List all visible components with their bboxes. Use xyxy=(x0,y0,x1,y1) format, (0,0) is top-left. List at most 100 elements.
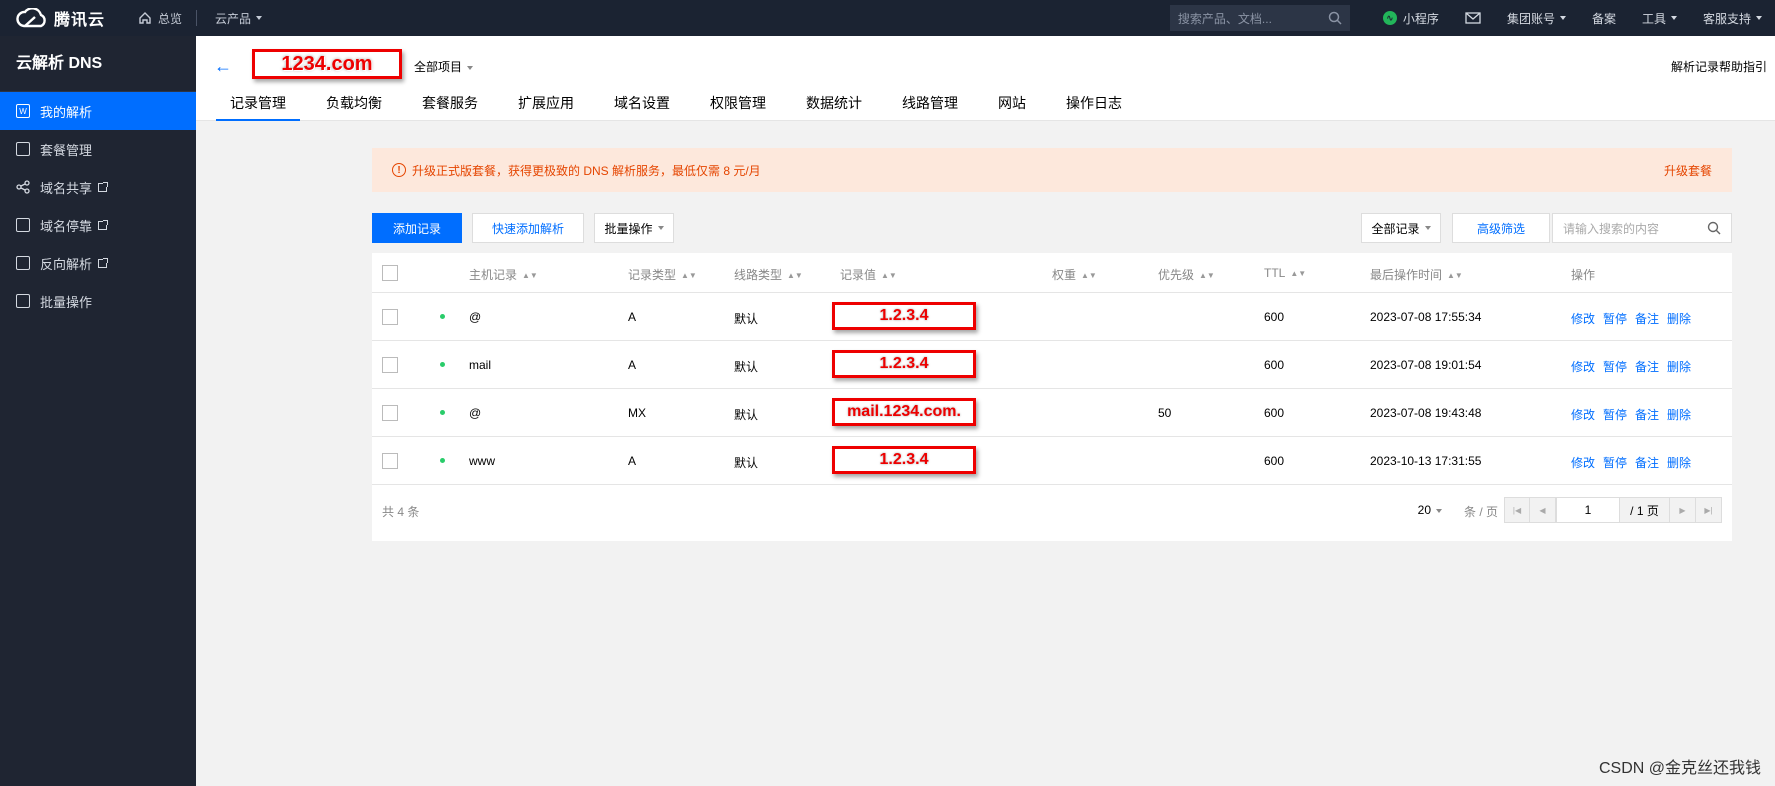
row-checkbox[interactable] xyxy=(382,405,398,421)
pause-link[interactable]: 暂停 xyxy=(1603,408,1627,422)
tab-extensions[interactable]: 扩展应用 xyxy=(504,86,588,121)
tab-lines[interactable]: 线路管理 xyxy=(888,86,972,121)
record-filter-select[interactable]: 全部记录 xyxy=(1361,213,1441,243)
search-icon[interactable] xyxy=(1328,11,1342,25)
table-row: mail A 默认 1.2.3.4 600 2023-07-08 19:01:5… xyxy=(372,341,1732,389)
nav-mini-program[interactable]: ∿ 小程序 xyxy=(1370,0,1452,36)
upgrade-link[interactable]: 升级套餐 xyxy=(1664,162,1712,179)
batch-operation-select[interactable]: 批量操作 xyxy=(594,213,674,243)
cell-time: 2023-07-08 17:55:34 xyxy=(1370,310,1482,324)
col-weight[interactable]: 权重 ▲▼ xyxy=(1052,266,1097,283)
search-icon[interactable] xyxy=(1707,221,1721,235)
tab-records[interactable]: 记录管理 xyxy=(216,86,300,121)
chevron-down-icon xyxy=(256,16,263,20)
nav-group-account[interactable]: 集团账号 xyxy=(1494,0,1579,36)
page-size-select[interactable]: 20 xyxy=(1418,503,1442,517)
cell-time: 2023-07-08 19:01:54 xyxy=(1370,358,1482,372)
col-type[interactable]: 记录类型 ▲▼ xyxy=(628,266,697,283)
sidebar-item-reverse[interactable]: 反向解析 xyxy=(0,244,196,282)
tab-permissions[interactable]: 权限管理 xyxy=(696,86,780,121)
cell-ttl: 600 xyxy=(1264,358,1285,372)
edit-link[interactable]: 修改 xyxy=(1571,360,1595,374)
first-page-icon[interactable]: |◀ xyxy=(1504,497,1530,523)
edit-link[interactable]: 修改 xyxy=(1571,312,1595,326)
sidebar-item-package[interactable]: 套餐管理 xyxy=(0,130,196,168)
next-page-icon[interactable]: ▶ xyxy=(1670,497,1696,523)
cell-value-annotation: 1.2.3.4 xyxy=(832,446,976,474)
remark-link[interactable]: 备注 xyxy=(1635,456,1659,470)
remark-link[interactable]: 备注 xyxy=(1635,312,1659,326)
page-header: ← 1234.com 全部项目 解析记录帮助指引 记录管理 负载均衡 套餐服务 … xyxy=(196,36,1775,121)
delete-link[interactable]: 删除 xyxy=(1667,408,1691,422)
record-search-placeholder: 请输入搜索的内容 xyxy=(1563,221,1660,236)
help-link[interactable]: 解析记录帮助指引 xyxy=(1671,58,1767,75)
nav-filing[interactable]: 备案 xyxy=(1579,0,1629,36)
nav-tools[interactable]: 工具 xyxy=(1629,0,1690,36)
quick-add-button[interactable]: 快速添加解析 xyxy=(472,213,584,243)
col-label: 线路类型 xyxy=(734,268,783,282)
sidebar-item-label: 域名停靠 xyxy=(40,218,93,234)
nav-overview[interactable]: 总览 xyxy=(124,0,196,36)
project-select[interactable]: 全部项目 xyxy=(414,58,474,75)
cloud-logo-icon xyxy=(16,8,48,28)
col-ttl[interactable]: TTL ▲▼ xyxy=(1264,266,1306,280)
tab-website[interactable]: 网站 xyxy=(984,86,1040,121)
record-search-input[interactable]: 请输入搜索的内容 xyxy=(1552,213,1732,243)
col-host[interactable]: 主机记录 ▲▼ xyxy=(469,266,538,283)
row-checkbox[interactable] xyxy=(382,357,398,373)
sidebar-item-batch[interactable]: 批量操作 xyxy=(0,282,196,320)
status-enabled-icon xyxy=(440,458,445,463)
last-page-icon[interactable]: ▶| xyxy=(1696,497,1722,523)
pause-link[interactable]: 暂停 xyxy=(1603,312,1627,326)
col-label: 记录类型 xyxy=(628,268,677,282)
row-checkbox[interactable] xyxy=(382,453,398,469)
sidebar-item-my-dns[interactable]: W 我的解析 xyxy=(0,92,196,130)
cell-time: 2023-10-13 17:31:55 xyxy=(1370,454,1482,468)
nav-products[interactable]: 云产品 xyxy=(197,0,280,36)
brand-logo[interactable]: 腾讯云 xyxy=(0,0,124,36)
total-count: 共 4 条 xyxy=(382,505,420,519)
pause-link[interactable]: 暂停 xyxy=(1603,360,1627,374)
prev-page-icon[interactable]: ◀ xyxy=(1530,497,1556,523)
advanced-filter-button[interactable]: 高级筛选 xyxy=(1452,213,1550,243)
chevron-down-icon xyxy=(1436,508,1442,513)
delete-link[interactable]: 删除 xyxy=(1667,456,1691,470)
cell-value-annotation: mail.1234.com. xyxy=(832,398,976,426)
col-label: 记录值 xyxy=(840,268,877,282)
tab-operation-log[interactable]: 操作日志 xyxy=(1052,86,1136,121)
row-checkbox[interactable] xyxy=(382,309,398,325)
tab-statistics[interactable]: 数据统计 xyxy=(792,86,876,121)
edit-link[interactable]: 修改 xyxy=(1571,456,1595,470)
col-value[interactable]: 记录值 ▲▼ xyxy=(840,266,897,283)
cell-type: A xyxy=(628,310,637,324)
delete-link[interactable]: 删除 xyxy=(1667,360,1691,374)
status-enabled-icon xyxy=(440,314,445,319)
select-all-checkbox[interactable] xyxy=(382,265,398,281)
status-enabled-icon xyxy=(440,362,445,367)
nav-support[interactable]: 客服支持 xyxy=(1690,0,1775,36)
delete-link[interactable]: 删除 xyxy=(1667,312,1691,326)
col-line[interactable]: 线路类型 ▲▼ xyxy=(734,266,803,283)
edit-link[interactable]: 修改 xyxy=(1571,408,1595,422)
page-number-input[interactable]: 1 xyxy=(1556,497,1620,523)
col-time[interactable]: 最后操作时间 ▲▼ xyxy=(1370,266,1463,283)
row-actions: 修改 暂停 备注 删除 xyxy=(1571,358,1699,375)
remark-link[interactable]: 备注 xyxy=(1635,360,1659,374)
tab-load-balance[interactable]: 负载均衡 xyxy=(312,86,396,121)
sidebar-item-share[interactable]: 域名共享 xyxy=(0,168,196,206)
tab-package-service[interactable]: 套餐服务 xyxy=(408,86,492,121)
col-label: 优先级 xyxy=(1158,268,1195,282)
col-priority[interactable]: 优先级 ▲▼ xyxy=(1158,266,1215,283)
pause-link[interactable]: 暂停 xyxy=(1603,456,1627,470)
cell-line: 默认 xyxy=(734,312,759,326)
chevron-down-icon xyxy=(467,65,474,70)
back-arrow-icon[interactable]: ← xyxy=(214,56,232,77)
sidebar-item-parking[interactable]: 域名停靠 xyxy=(0,206,196,244)
sort-icon: ▲▼ xyxy=(681,271,697,281)
cell-host: @ xyxy=(469,310,482,324)
remark-link[interactable]: 备注 xyxy=(1635,408,1659,422)
global-search-input[interactable]: 搜索产品、文档... xyxy=(1169,5,1350,31)
nav-messages[interactable] xyxy=(1452,0,1494,36)
add-record-button[interactable]: 添加记录 xyxy=(372,213,462,243)
tab-domain-settings[interactable]: 域名设置 xyxy=(600,86,684,121)
